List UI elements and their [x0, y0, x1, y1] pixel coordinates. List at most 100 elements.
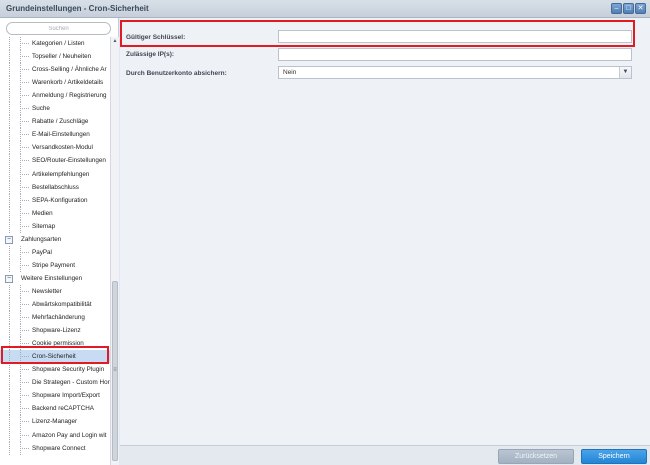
allowed-ips-field[interactable]	[278, 48, 632, 61]
tree-item[interactable]: Topseller / Neuheiten	[0, 50, 110, 64]
allowed-ips-input[interactable]	[279, 49, 631, 60]
tree-item[interactable]: Shopware Import/Export	[0, 389, 110, 403]
tree-connector	[20, 408, 29, 410]
window-title: Grundeinstellungen - Cron-Sicherheit	[6, 4, 149, 13]
tree-item[interactable]: Shopware-Lizenz	[0, 324, 110, 338]
reset-button[interactable]: Zurücksetzen	[498, 449, 574, 464]
tree-group[interactable]: − Zahlungsarten	[0, 233, 110, 246]
valid-key-field[interactable]	[278, 30, 632, 43]
tree-connector	[20, 160, 29, 162]
tree-item[interactable]: Suche	[0, 102, 110, 116]
chevron-down-icon[interactable]: ▼	[619, 67, 631, 78]
tree-item[interactable]: Stripe Payment	[0, 258, 110, 272]
tree-connector	[20, 56, 29, 58]
tree-connector	[20, 173, 29, 175]
tree-connector	[20, 434, 29, 436]
tree-item[interactable]: Rabatte / Zuschläge	[0, 115, 110, 129]
tree-item-label: Cross-Selling / Ähnliche Ar	[32, 66, 107, 74]
tree-item[interactable]: Warenkorb / Artikeldetails	[0, 76, 110, 90]
tree-connector	[20, 69, 29, 71]
tree-connector	[20, 147, 29, 149]
tree-item[interactable]: Cross-Selling / Ähnliche Ar	[0, 63, 110, 77]
tree-group[interactable]: − Weitere Einstellungen	[0, 272, 110, 285]
save-button[interactable]: Speichern	[581, 449, 647, 464]
tree-connector	[20, 186, 29, 188]
tree-connector	[20, 199, 29, 201]
valid-key-label: Gültiger Schlüssel:	[126, 34, 186, 41]
tree-connector	[20, 330, 29, 332]
tree-item-label: Shopware-Lizenz	[32, 327, 81, 335]
maximize-icon[interactable]: □	[623, 3, 634, 14]
tree-connector	[9, 402, 10, 416]
tree-item[interactable]: Mehrfachänderung	[0, 311, 110, 325]
tree-item[interactable]: Bestellabschluss	[0, 180, 110, 194]
user-account-select[interactable]: Nein ▼	[278, 66, 632, 79]
tree-item-label: Artikelempfehlungen	[32, 170, 90, 178]
tree-item[interactable]: Amazon Pay and Login wit	[0, 428, 110, 442]
tree-connector	[9, 76, 10, 90]
tree-item[interactable]: Backend reCAPTCHA	[0, 402, 110, 416]
tree-connector	[9, 219, 10, 233]
tree-connector	[20, 421, 29, 423]
tree-item-label: Bestellabschluss	[32, 183, 79, 191]
tree-connector	[9, 115, 10, 129]
window-controls: – □ ✕	[611, 3, 646, 14]
close-icon[interactable]: ✕	[635, 3, 646, 14]
tree-connector	[9, 63, 10, 77]
tree-item-label: Anmeldung / Registrierung	[32, 92, 107, 100]
tree-item[interactable]: Die Strategen - Custom Hor	[0, 376, 110, 390]
tree-connector	[20, 304, 29, 305]
tree-item-label: Shopware Security Plugin	[32, 366, 105, 374]
tree-connector	[9, 167, 10, 181]
tree-item-label: Abwärtskompatibilität	[32, 301, 92, 308]
tree-item-label: Warenkorb / Artikeldetails	[32, 79, 104, 87]
scrollbar-thumb[interactable]: ≡	[112, 281, 118, 461]
tree-item[interactable]: Shopware Security Plugin	[0, 363, 110, 377]
tree-item[interactable]: Versandkosten-Modul	[0, 141, 110, 155]
tree-connector	[20, 395, 29, 397]
tree-item[interactable]: E-Mail-Einstellungen	[0, 128, 110, 142]
tree-item[interactable]: PayPal	[0, 245, 110, 259]
tree-item[interactable]: SEO/Router-Einstellungen	[0, 154, 110, 168]
minimize-icon[interactable]: –	[611, 3, 622, 14]
tree-item-label: Sitemap	[32, 222, 56, 230]
tree-connector	[9, 350, 10, 364]
collapse-toggle-icon[interactable]: −	[5, 235, 13, 244]
tree-item[interactable]: Abwärtskompatibilität	[0, 298, 110, 311]
tree-item[interactable]: Sitemap	[0, 219, 110, 233]
tree-item[interactable]: Cron-Sicherheit	[0, 350, 110, 364]
tree-connector	[9, 89, 10, 103]
tree-item[interactable]: Kategorien / Listen	[0, 37, 110, 50]
sidebar-vertical-scrollbar[interactable]: ▲ ≡ ▼	[110, 37, 119, 465]
search-field[interactable]	[6, 22, 111, 35]
tree-item[interactable]: Artikelempfehlungen	[0, 167, 110, 181]
tree-item[interactable]: SEPA-Konfiguration	[0, 193, 110, 207]
tree-item-label: Topseller / Neuheiten	[32, 53, 92, 61]
tree-connector	[9, 415, 10, 429]
settings-sidebar: Kategorien / Listen Topseller / Neuheiten…	[0, 18, 119, 465]
tree-connector	[20, 317, 29, 319]
tree-connector	[9, 324, 10, 338]
tree-item[interactable]: Cookie permission	[0, 337, 110, 351]
tree-connector	[9, 193, 10, 207]
collapse-toggle-icon[interactable]: −	[5, 274, 13, 283]
tree-connector	[9, 298, 10, 311]
scroll-up-icon[interactable]: ▲	[111, 37, 119, 45]
tree-connector	[9, 180, 10, 194]
tree-item-label: Shopware Connect	[32, 444, 86, 452]
tree-item[interactable]: Shopware Connect	[0, 441, 110, 455]
tree-connector	[20, 134, 29, 136]
tree-item-label: Backend reCAPTCHA	[32, 405, 94, 413]
tree-connector	[20, 225, 29, 227]
tree-item[interactable]: Medien	[0, 206, 110, 220]
tree-item[interactable]: Lizenz-Manager	[0, 415, 110, 429]
user-account-value: Nein	[283, 69, 297, 76]
tree-item-label: Weitere Einstellungen	[21, 274, 83, 282]
search-input[interactable]	[7, 23, 110, 34]
tree-item[interactable]: Newsletter	[0, 284, 110, 298]
valid-key-input[interactable]	[279, 31, 631, 42]
tree-item-label: Suche	[32, 105, 50, 113]
tree-item[interactable]: Anmeldung / Registrierung	[0, 89, 110, 103]
tree-connector	[9, 284, 10, 298]
tree-connector	[20, 356, 29, 358]
